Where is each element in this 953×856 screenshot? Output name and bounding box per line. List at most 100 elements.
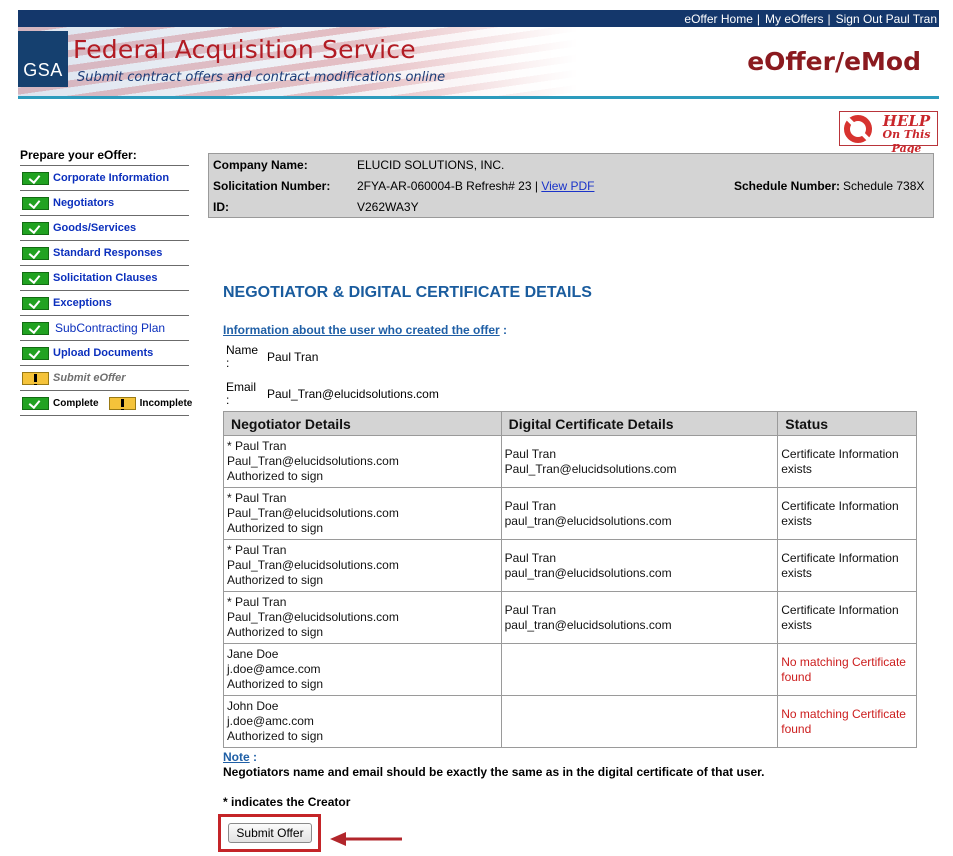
sidebar-item-submit-eoffer[interactable]: Submit eOffer — [20, 366, 189, 391]
solicitation-number-value: 2FYA-AR-060004-B Refresh# 23 | View PDF — [357, 179, 595, 193]
table-header-row: Negotiator Details Digital Certificate D… — [223, 411, 917, 436]
top-nav-bar: eOffer Home | My eOffers | Sign Out Paul… — [18, 10, 939, 27]
exclamation-icon — [108, 396, 136, 410]
status-cell: Certificate Information exists — [777, 487, 917, 540]
solicitation-number-label: Solicitation Number: — [213, 179, 331, 193]
sidebar-item-subcontracting-plan[interactable]: SubContracting Plan — [20, 316, 189, 341]
creator-name-label: Name : — [226, 343, 259, 370]
sidebar-item-label: Solicitation Clauses — [53, 272, 158, 284]
certificate-cell — [500, 695, 779, 748]
legend-incomplete-label: Incomplete — [139, 397, 193, 409]
header-banner: GSA Federal Acquisition Service Submit c… — [18, 27, 939, 99]
legend-complete-label: Complete — [53, 397, 99, 409]
certificate-cell: Paul Tran paul_tran@elucidsolutions.com — [500, 487, 779, 540]
company-name-value: ELUCID SOLUTIONS, INC. — [357, 158, 505, 172]
note-text: Negotiators name and email should be exa… — [223, 765, 765, 779]
sidebar-item-label: SubContracting Plan — [55, 321, 166, 335]
creator-info-link[interactable]: Information about the user who created t… — [223, 323, 500, 337]
creator-info-heading: Information about the user who created t… — [223, 323, 508, 337]
help-on-this-page-button[interactable]: HELP On This Page — [839, 111, 938, 155]
offer-info-panel: Company Name: ELUCID SOLUTIONS, INC. Sol… — [208, 153, 934, 218]
status-cell: Certificate Information exists — [777, 591, 917, 644]
status-cell: Certificate Information exists — [777, 435, 917, 488]
sidebar-item-label: Negotiators — [53, 197, 115, 209]
checkmark-icon — [22, 171, 49, 185]
negotiator-cell: * Paul Tran Paul_Tran@elucidsolutions.com… — [223, 591, 502, 644]
status-header: Status — [777, 411, 917, 436]
sidebar: Prepare your eOffer: Corporate Informati… — [20, 147, 192, 416]
checkmark-icon — [22, 321, 49, 335]
sidebar-item-label: Goods/Services — [53, 222, 137, 234]
negotiator-cell: * Paul Tran Paul_Tran@elucidsolutions.com… — [223, 539, 502, 592]
sidebar-item-negotiators[interactable]: Negotiators — [20, 191, 189, 216]
sidebar-item-solicitation-clauses[interactable]: Solicitation Clauses — [20, 266, 189, 291]
sidebar-item-standard-responses[interactable]: Standard Responses — [20, 241, 189, 266]
gsa-logo: GSA — [18, 31, 68, 87]
schedule-number-value: Schedule 738X — [843, 179, 925, 193]
sidebar-item-goods-services[interactable]: Goods/Services — [20, 216, 189, 241]
status-cell: No matching Certificate found — [777, 643, 917, 696]
negotiator-cell: Jane Doe j.doe@amce.com Authorized to sign — [223, 643, 502, 696]
id-label: ID: — [213, 200, 229, 214]
submit-highlight-box: Submit Offer — [218, 814, 321, 852]
sidebar-item-label: Standard Responses — [53, 247, 163, 259]
negotiator-cell: John Doe j.doe@amc.com Authorized to sign — [223, 695, 502, 748]
sidebar-item-corporate-information[interactable]: Corporate Information — [20, 166, 189, 191]
negotiator-table: Negotiator Details Digital Certificate D… — [223, 411, 917, 748]
checkmark-icon — [22, 196, 49, 210]
sidebar-item-exceptions[interactable]: Exceptions — [20, 291, 189, 316]
help-label: HELP On This Page — [882, 112, 931, 156]
eoffer-home-link[interactable]: eOffer Home — [684, 12, 752, 26]
certificate-cell: Paul Tran Paul_Tran@elucidsolutions.com — [500, 435, 779, 488]
pointer-arrow-icon — [330, 832, 402, 846]
checkmark-icon — [22, 346, 49, 360]
creator-name-value: Paul Tran — [267, 350, 319, 364]
nav-separator: | — [756, 11, 761, 26]
certificate-cell: Paul Tran paul_tran@elucidsolutions.com — [500, 591, 779, 644]
sidebar-item-label: Upload Documents — [53, 347, 154, 359]
site-title: Federal Acquisition Service — [73, 35, 416, 64]
creator-email-value: Paul_Tran@elucidsolutions.com — [267, 387, 439, 401]
life-ring-icon — [844, 115, 872, 143]
checkmark-icon — [22, 246, 49, 260]
page-title: NEGOTIATOR & DIGITAL CERTIFICATE DETAILS — [223, 284, 592, 301]
table-row: John Doe j.doe@amc.com Authorized to sign … — [223, 695, 917, 748]
note-heading: Note : — [223, 750, 258, 764]
table-row: * Paul Tran Paul_Tran@elucidsolutions.com… — [223, 591, 917, 644]
note-link[interactable]: Note — [223, 750, 250, 764]
my-eoffers-link[interactable]: My eOffers — [765, 12, 823, 26]
view-pdf-link[interactable]: View PDF — [541, 179, 594, 193]
sidebar-item-label: Submit eOffer — [53, 372, 126, 384]
creator-email-label: Email : — [226, 380, 257, 407]
creator-indicator-note: * indicates the Creator — [223, 795, 351, 809]
sidebar-item-label: Exceptions — [53, 297, 112, 309]
checkmark-icon — [22, 396, 49, 410]
submit-offer-button[interactable]: Submit Offer — [228, 823, 312, 843]
company-name-label: Company Name: — [213, 158, 308, 172]
app-name: eOffer/eMod — [747, 47, 921, 76]
nav-separator: | — [827, 11, 831, 26]
sidebar-item-upload-documents[interactable]: Upload Documents — [20, 341, 189, 366]
table-row: * Paul Tran Paul_Tran@elucidsolutions.com… — [223, 487, 917, 540]
sign-out-link[interactable]: Sign Out Paul Tran — [836, 12, 937, 26]
sidebar-heading: Prepare your eOffer: — [20, 147, 189, 166]
table-row: Jane Doe j.doe@amce.com Authorized to sign… — [223, 643, 917, 696]
negotiator-cell: * Paul Tran Paul_Tran@elucidsolutions.com… — [223, 435, 502, 488]
checkmark-icon — [22, 221, 49, 235]
certificate-cell: Paul Tran paul_tran@elucidsolutions.com — [500, 539, 779, 592]
site-subtitle: Submit contract offers and contract modi… — [77, 70, 446, 85]
negotiator-cell: * Paul Tran Paul_Tran@elucidsolutions.com… — [223, 487, 502, 540]
certificate-details-header: Digital Certificate Details — [500, 411, 779, 436]
status-legend: Complete Incomplete — [20, 391, 192, 416]
exclamation-icon — [22, 371, 49, 385]
schedule-number-label: Schedule Number: — [734, 179, 841, 193]
checkmark-icon — [22, 271, 49, 285]
sidebar-item-label: Corporate Information — [53, 172, 170, 184]
negotiator-details-header: Negotiator Details — [223, 411, 502, 436]
id-value: V262WA3Y — [357, 200, 419, 214]
status-cell: Certificate Information exists — [777, 539, 917, 592]
table-row: * Paul Tran Paul_Tran@elucidsolutions.com… — [223, 435, 917, 488]
table-row: * Paul Tran Paul_Tran@elucidsolutions.com… — [223, 539, 917, 592]
certificate-cell — [500, 643, 779, 696]
status-cell: No matching Certificate found — [777, 695, 917, 748]
